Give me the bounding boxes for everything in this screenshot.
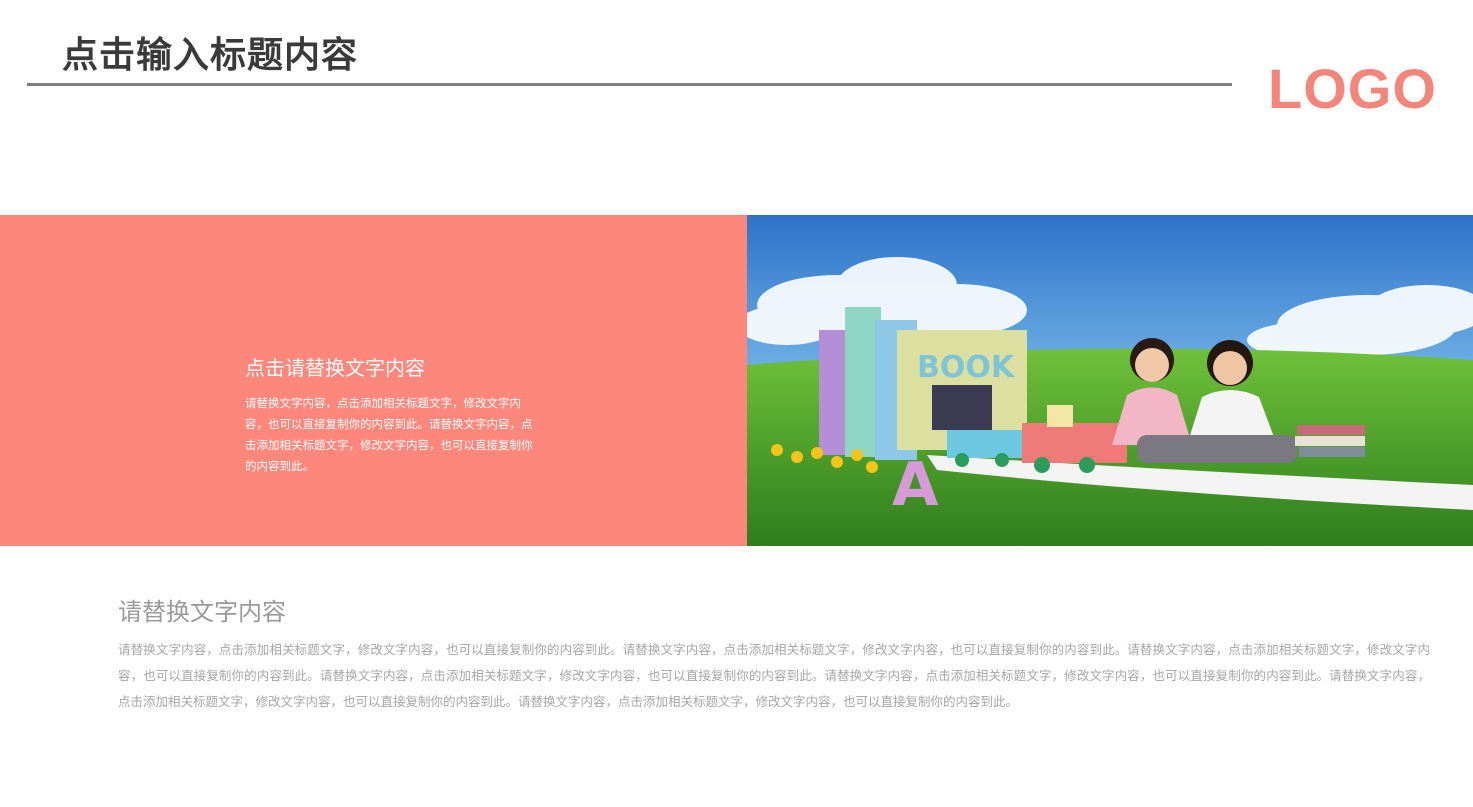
panel-heading: 点击请替换文字内容 [245, 356, 425, 380]
title-underline [27, 83, 1232, 86]
kids-reading-photo: BOOK A [747, 215, 1473, 546]
book-stack-icon [1295, 425, 1365, 457]
panel-body-text: 请替换文字内容，点击添加相关标题文字，修改文字内容，也可以直接复制你的内容到此。… [245, 396, 533, 473]
letter-a: A [892, 450, 939, 520]
section-body-text: 请替换文字内容，点击添加相关标题文字，修改文字内容，也可以直接复制你的内容到此。… [118, 642, 1430, 709]
book-sign: BOOK [917, 350, 1016, 385]
section-heading: 请替换文字内容 [118, 598, 286, 626]
logo: LOGO [1268, 57, 1437, 120]
page-title: 点击输入标题内容 [62, 35, 359, 76]
